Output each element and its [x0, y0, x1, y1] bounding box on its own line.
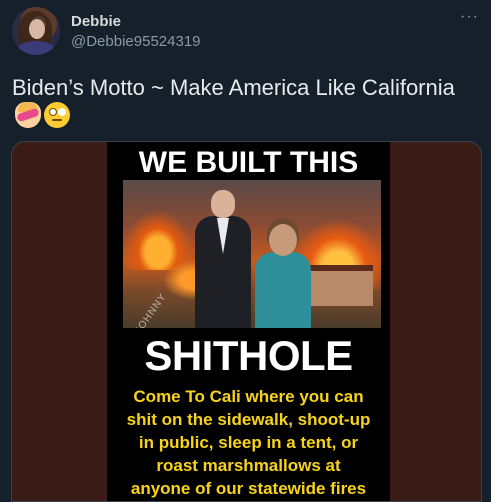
author-name[interactable]: Debbie: [71, 13, 121, 30]
meme-big-word: SHITHOLE: [144, 332, 353, 379]
author-avatar[interactable]: [12, 7, 60, 55]
caption-line: in public, sleep in a tent, or: [138, 433, 359, 452]
avatar-face: [29, 19, 45, 39]
woman-head: [269, 224, 297, 256]
man-head: [211, 190, 235, 218]
caption-line: anyone of our statewide fires: [130, 479, 367, 498]
meme-headline: WE BUILT THIS: [138, 146, 359, 179]
woman-dress: [255, 252, 311, 328]
tweet-body: Biden’s Motto ~ Make America Like Califo…: [12, 75, 455, 100]
face-palm-emoji: [15, 102, 41, 128]
burning-houses: [303, 265, 373, 306]
more-options-icon[interactable]: ···: [460, 8, 479, 26]
avatar-shirt: [16, 41, 56, 55]
watermark-text: JOHNNY: [133, 291, 170, 328]
caption-line: Come To Cali where you can: [133, 387, 364, 406]
caption-line: shit on the sidewalk, shoot-up: [126, 410, 371, 429]
fire-scene: JOHNNY: [123, 180, 381, 328]
woman-figure: [253, 224, 313, 328]
tweet-text: Biden’s Motto ~ Make America Like Califo…: [12, 74, 472, 130]
meme-image: WE BUILT THIS JOHNNY SHITHOLE Come To Ca…: [107, 142, 390, 501]
author-handle[interactable]: @Debbie95524319: [71, 33, 201, 50]
man-figure: [195, 190, 251, 328]
meme-caption: Come To Cali where you can shit on the s…: [107, 385, 390, 500]
caption-line: roast marshmallows at: [156, 456, 341, 475]
tweet-media[interactable]: WE BUILT THIS JOHNNY SHITHOLE Come To Ca…: [11, 141, 482, 502]
eye-roll-emoji: [44, 102, 70, 128]
